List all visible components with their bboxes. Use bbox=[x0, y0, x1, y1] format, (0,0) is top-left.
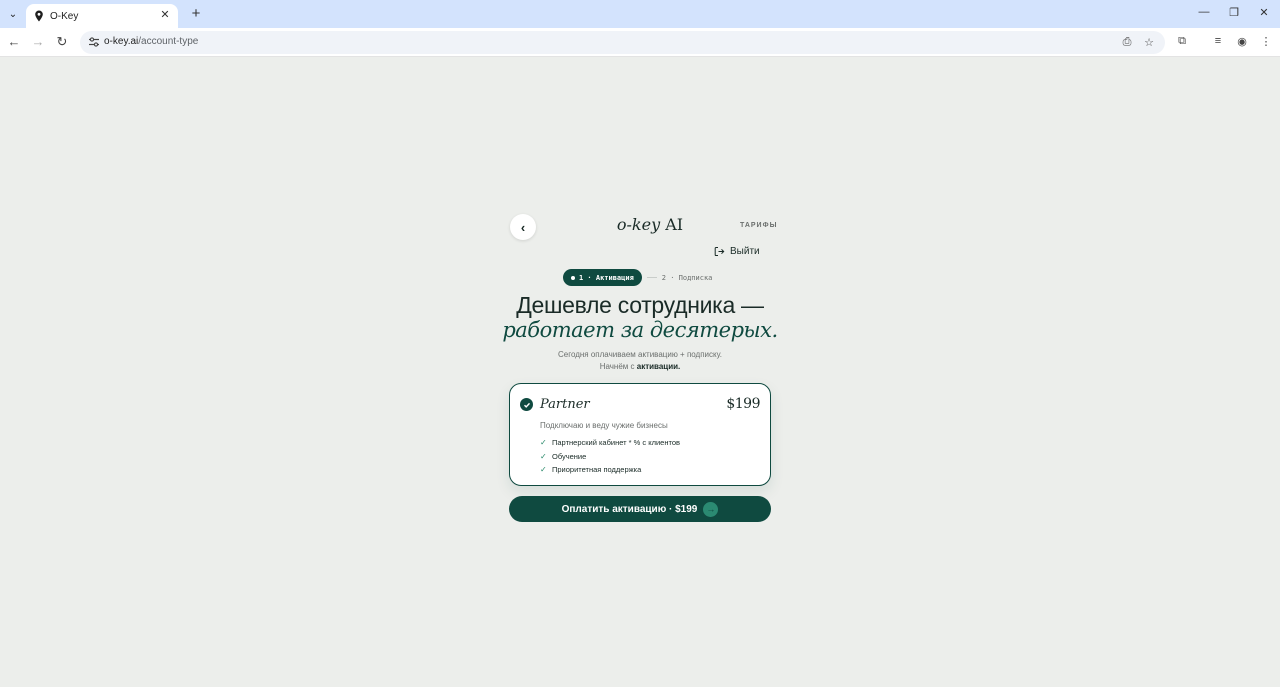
site-settings-icon[interactable] bbox=[88, 36, 100, 48]
new-tab-icon[interactable]: + bbox=[188, 5, 204, 22]
address-bar[interactable]: o-key.ai/account-type ⎙ ☆ bbox=[80, 31, 1165, 54]
install-app-icon[interactable]: ⎙ bbox=[1120, 36, 1134, 49]
url-text: o-key.ai/account-type bbox=[104, 36, 199, 47]
back-arrow-icon[interactable]: ← bbox=[6, 34, 22, 50]
tab-title: O-Key bbox=[50, 10, 79, 22]
feature-item: ✓ Партнерский кабинет * % с клиентов bbox=[540, 438, 681, 448]
pay-button-label: Оплатить активацию · $199 bbox=[561, 503, 698, 515]
browser-tab-bar: ⌄ O-Key ✕ + — ❐ ✕ bbox=[0, 0, 1280, 28]
plan-features: ✓ Партнерский кабинет * % с клиентов ✓ Обу… bbox=[540, 436, 680, 477]
pay-activation-button[interactable]: Оплатить активацию · $199 → bbox=[509, 496, 771, 522]
headline: Дешевле сотрудника — bbox=[516, 292, 764, 318]
headline-accent: работает за десятерых. bbox=[502, 318, 778, 342]
stepper: 1 · Активация 2 · Подписка bbox=[563, 269, 712, 286]
check-icon: ✓ bbox=[540, 451, 547, 461]
logo: o-key AI bbox=[616, 215, 684, 234]
close-window-icon[interactable]: ✕ bbox=[1257, 6, 1271, 19]
forward-arrow-icon[interactable]: → bbox=[30, 34, 46, 50]
step-divider bbox=[646, 277, 657, 278]
menu-kebab-icon[interactable]: ⋮ bbox=[1258, 35, 1274, 48]
plan-card-partner[interactable]: Partner $199 Подключаю и веду чужие бизн… bbox=[509, 383, 771, 486]
browser-tab[interactable]: O-Key ✕ bbox=[26, 4, 178, 28]
browser-toolbar: ← → ↻ o-key.ai/account-type ⎙ ☆ ⧉ ≡ ◉ ⋮ bbox=[0, 28, 1280, 57]
chevron-left-icon: ‹ bbox=[520, 219, 526, 235]
feature-item: ✓ Обучение bbox=[540, 451, 587, 461]
plan-price: $199 bbox=[726, 396, 760, 412]
reload-icon[interactable]: ↻ bbox=[54, 34, 70, 50]
check-icon: ✓ bbox=[540, 438, 547, 448]
arrow-right-icon: → bbox=[703, 501, 719, 517]
profile-icon[interactable]: ◉ bbox=[1234, 35, 1250, 48]
restore-icon[interactable]: ❐ bbox=[1227, 6, 1241, 19]
tariffs-link[interactable]: ТАРИФЫ bbox=[740, 222, 777, 229]
back-button[interactable]: ‹ bbox=[510, 214, 536, 240]
logout-icon bbox=[714, 247, 725, 256]
selected-check-icon bbox=[520, 398, 533, 411]
subheading: Сегодня оплачиваем активацию + подписку.… bbox=[557, 350, 723, 371]
minimize-icon[interactable]: — bbox=[1197, 6, 1211, 18]
logout-button[interactable]: Выйти bbox=[714, 246, 760, 257]
step-subscription: 2 · Подписка bbox=[661, 273, 713, 282]
step-activation: 1 · Активация bbox=[563, 269, 642, 286]
extensions-icon[interactable]: ⧉ bbox=[1174, 35, 1190, 48]
bookmark-star-icon[interactable]: ☆ bbox=[1142, 36, 1156, 49]
plan-name: Partner bbox=[540, 397, 590, 412]
check-icon: ✓ bbox=[540, 465, 547, 475]
logout-label: Выйти bbox=[730, 246, 760, 257]
location-pin-icon bbox=[35, 10, 43, 22]
active-step-dot bbox=[571, 275, 575, 280]
feature-item: ✓ Приоритетная поддержка bbox=[540, 465, 642, 475]
plan-description: Подключаю и веду чужие бизнесы bbox=[540, 421, 668, 430]
tab-search-icon[interactable]: ⌄ bbox=[4, 5, 22, 23]
tab-close-icon[interactable]: ✕ bbox=[158, 8, 172, 21]
media-controls-icon[interactable]: ≡ bbox=[1210, 35, 1226, 47]
